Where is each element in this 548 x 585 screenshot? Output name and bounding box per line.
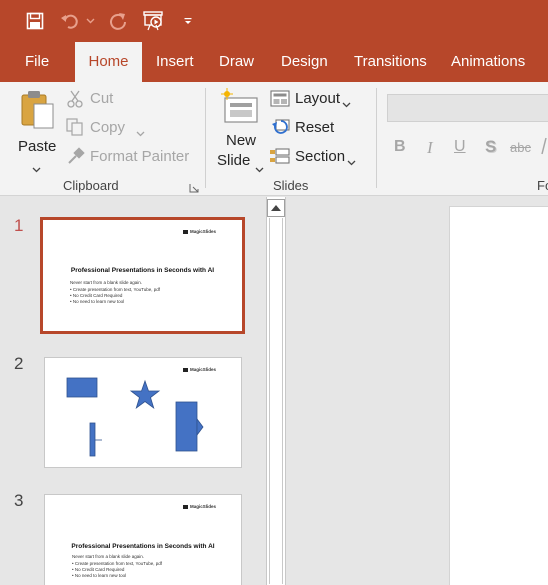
group-separator xyxy=(205,88,206,188)
cut-icon xyxy=(67,90,83,113)
font-group-label: Fo xyxy=(537,178,548,193)
format-painter-icon xyxy=(67,147,85,170)
slide-title: Professional Presentations in Seconds wi… xyxy=(71,543,215,550)
section-button[interactable]: Section xyxy=(295,148,345,165)
shadow-button[interactable]: S xyxy=(485,137,496,157)
magicslides-logo: MagicSlides xyxy=(182,229,216,234)
slide-thumbnail-2[interactable]: MagicSlides xyxy=(44,357,242,468)
italic-button[interactable]: I xyxy=(427,138,433,158)
ribbon-tabs: File Home Insert Draw Design Transitions… xyxy=(0,42,548,82)
slide-thumbnail-3[interactable]: MagicSlides Professional Presentations i… xyxy=(44,494,242,585)
strikethrough-button[interactable]: abc xyxy=(510,140,531,155)
slides-group-label: Slides xyxy=(273,178,309,193)
new-slide-label-line2: Slide xyxy=(217,152,251,169)
section-dropdown-icon[interactable] xyxy=(347,153,356,171)
slide-subtitle: Never start from a blank slide again. xyxy=(72,554,145,559)
undo-icon[interactable] xyxy=(58,8,82,34)
slide-title: Professional Presentations in Seconds wi… xyxy=(70,267,215,274)
scroll-thumb[interactable] xyxy=(269,218,283,584)
new-slide-dropdown-icon[interactable] xyxy=(255,160,264,178)
magicslides-logo: MagicSlides xyxy=(182,504,216,509)
slide-bullet: • No Credit Card Required xyxy=(72,567,125,572)
arrow-shape-head xyxy=(196,417,204,437)
ribbon: Paste Cut Copy Format Painter Clipboard … xyxy=(0,82,548,196)
layout-dropdown-icon[interactable] xyxy=(342,95,351,113)
scroll-up-button[interactable] xyxy=(267,199,285,217)
cut-button[interactable]: Cut xyxy=(90,90,113,107)
slide-2-shapes xyxy=(66,377,204,457)
layout-icon xyxy=(270,90,290,112)
slide-number: 2 xyxy=(14,354,24,373)
arrow-shape-body xyxy=(175,401,198,452)
copy-button[interactable]: Copy xyxy=(90,119,125,136)
new-slide-icon xyxy=(221,88,261,129)
slide-bullet: • No need to learn new tool xyxy=(70,299,125,304)
bold-button[interactable]: B xyxy=(394,138,406,156)
font-name-box[interactable] xyxy=(387,94,548,122)
copy-icon xyxy=(66,118,84,141)
callout-shape xyxy=(89,422,96,457)
customize-qat-icon[interactable] xyxy=(180,8,196,34)
slide-bullet: • No need to learn new tool xyxy=(72,573,127,578)
tab-home[interactable]: Home xyxy=(75,42,142,82)
section-icon xyxy=(270,147,290,170)
more-font-icon[interactable] xyxy=(540,136,548,156)
slide-number: 1 xyxy=(14,216,24,235)
quick-access-toolbar xyxy=(0,0,548,42)
redo-icon[interactable] xyxy=(106,8,130,34)
save-icon[interactable] xyxy=(22,8,48,34)
slide-bullet: • Create presentation from text, YouTube… xyxy=(72,561,162,566)
tab-draw[interactable]: Draw xyxy=(207,42,266,82)
thumbnail-scrollbar[interactable] xyxy=(266,197,286,585)
tab-insert[interactable]: Insert xyxy=(144,42,206,82)
group-separator xyxy=(376,88,377,188)
slide-canvas[interactable] xyxy=(449,206,548,585)
new-slide-label-line1: New xyxy=(226,132,257,149)
tab-transitions[interactable]: Transitions xyxy=(342,42,439,82)
new-slide-button[interactable]: New Slide xyxy=(213,86,267,174)
underline-button[interactable]: U xyxy=(454,138,466,156)
paste-button[interactable]: Paste xyxy=(14,88,60,174)
clipboard-icon xyxy=(20,90,56,135)
copy-dropdown-icon[interactable] xyxy=(136,124,145,142)
format-painter-button[interactable]: Format Painter xyxy=(90,148,189,165)
star-shape xyxy=(129,379,161,410)
paste-label: Paste xyxy=(18,138,57,155)
slide-bullet: • No Credit Card Required xyxy=(70,293,123,298)
slide-subtitle: Never start from a blank slide again. xyxy=(70,280,143,285)
clipboard-group-label: Clipboard xyxy=(63,178,119,193)
rectangle-shape xyxy=(66,377,98,398)
reset-icon xyxy=(272,118,290,141)
tab-animations[interactable]: Animations xyxy=(439,42,537,82)
undo-dropdown-icon[interactable] xyxy=(84,8,96,34)
tab-design[interactable]: Design xyxy=(269,42,340,82)
reset-button[interactable]: Reset xyxy=(295,119,334,136)
paste-dropdown-icon[interactable] xyxy=(32,160,41,178)
clipboard-dialog-launcher-icon[interactable] xyxy=(189,180,199,198)
tab-file[interactable]: File xyxy=(13,42,61,82)
start-from-beginning-icon[interactable] xyxy=(140,8,168,34)
slide-bullet: • Create presentation from text, YouTube… xyxy=(70,287,160,292)
layout-button[interactable]: Layout xyxy=(295,90,340,107)
slide-number: 3 xyxy=(14,491,24,510)
slide-thumbnail-1[interactable]: MagicSlides Professional Presentations i… xyxy=(40,217,245,334)
